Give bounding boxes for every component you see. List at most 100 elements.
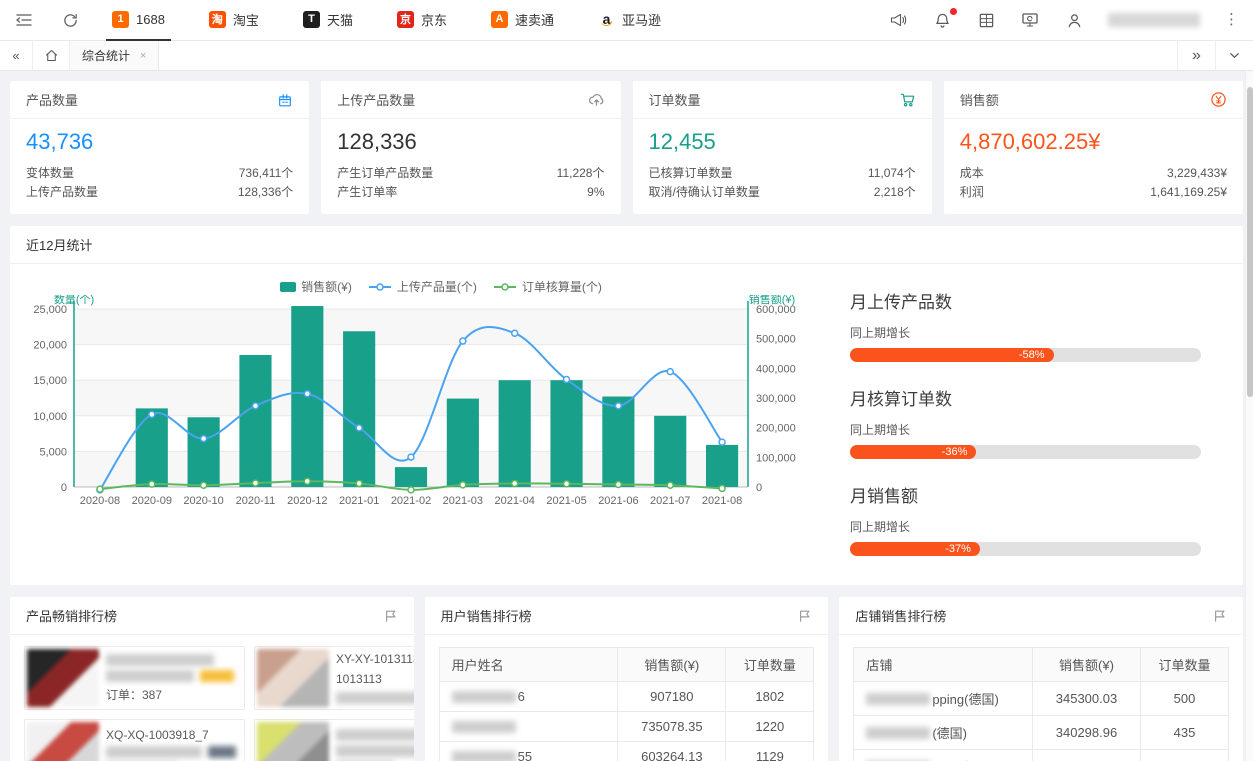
stat-card-orders: 订单数量 12,455 已核算订单数量11,074个 取消/待确认订单数量2,2… (633, 81, 932, 214)
orders-value: 500 (1140, 682, 1228, 716)
svg-text:2021-08: 2021-08 (702, 495, 742, 507)
product-info (336, 729, 414, 761)
product-line (106, 654, 236, 666)
announcement-icon[interactable] (888, 10, 908, 30)
user-sales-panel: 用户销售排行榜 用户姓名销售额(¥)订单数量69071801802735078.… (425, 597, 829, 761)
platform-tab-label: 京东 (421, 10, 447, 29)
svg-text:15,000: 15,000 (33, 375, 67, 387)
tab-close-icon[interactable]: × (140, 50, 146, 62)
product-image-redacted (27, 649, 99, 707)
redacted-name (452, 721, 516, 733)
redacted-name (452, 691, 516, 703)
redacted-text (106, 746, 202, 758)
home-tab[interactable] (32, 41, 70, 70)
apps-grid-icon[interactable] (976, 10, 996, 30)
name-visible-fragment: (德国) (932, 723, 967, 742)
legend-item[interactable]: 订单核算量(个) (493, 278, 602, 295)
card-value: 4,870,602.25¥ (960, 129, 1227, 155)
cart-icon (899, 91, 916, 108)
legend-item[interactable]: 上传产品量(个) (368, 278, 477, 295)
kv-value: 3,229,433¥ (1167, 164, 1227, 183)
product-card[interactable]: XQ-XQ-1003918_7 (24, 719, 245, 761)
table-row: 735078.351220 (439, 712, 814, 742)
product-line: XQ-XQ-1003918_7 (106, 728, 236, 742)
column-header: 店铺 (854, 648, 1033, 682)
tabs-scroll-right-button[interactable]: » (1177, 41, 1215, 70)
table-row: pping(德国)345300.03500 (854, 682, 1229, 716)
product-sku: XY-XY-1013113_1 (336, 652, 414, 666)
kv-value: 2,218个 (874, 183, 916, 202)
platform-tab-天猫[interactable]: T天猫 (297, 0, 359, 41)
platform-tab-淘宝[interactable]: 淘淘宝 (203, 0, 265, 41)
product-line (106, 746, 236, 758)
chart-canvas: 05,00010,00015,00020,00025,0000100,00020… (16, 295, 806, 521)
svg-text:2021-05: 2021-05 (546, 495, 586, 507)
svg-text:300,000: 300,000 (756, 393, 796, 405)
column-header: 用户姓名 (439, 648, 618, 682)
亚马逊-logo-icon: a (598, 11, 615, 28)
column-header: 订单数量 (1140, 648, 1228, 682)
name-cell: 55 (439, 742, 618, 761)
product-card[interactable]: XY-XY-1013113_110131132 (254, 646, 414, 710)
platform-tab-亚马逊[interactable]: a 亚马逊 (592, 0, 667, 41)
product-image-redacted (257, 649, 329, 707)
kv-label: 产生订单率 (337, 183, 397, 202)
kv-value: 736,411个 (239, 164, 294, 183)
card-value: 128,336 (337, 129, 604, 155)
svg-text:2020-10: 2020-10 (183, 495, 223, 507)
orders-value: 435 (1140, 716, 1228, 750)
card-title: 上传产品数量 (337, 90, 415, 109)
growth-title: 月上传产品数 (850, 288, 1201, 313)
redacted-text (106, 670, 194, 682)
panel-title: 用户销售排行榜 (441, 606, 532, 625)
username-redacted[interactable] (1108, 13, 1200, 27)
kv-value: 11,074个 (868, 164, 916, 183)
product-image-redacted (27, 722, 99, 761)
tab-comprehensive-statistics[interactable]: 综合统计 × (70, 41, 159, 70)
scrollbar-thumb[interactable] (1247, 87, 1253, 397)
product-card[interactable]: 订单：387 (24, 646, 245, 710)
table-row: WU(德国)209001.85266 (854, 750, 1229, 761)
platform-tab-label: 淘宝 (233, 10, 259, 29)
legend-line-marker (368, 282, 392, 292)
platform-tab-1688[interactable]: 11688 (106, 0, 171, 41)
redacted-badge (200, 670, 234, 682)
platform-tab-京东[interactable]: 京京东 (391, 0, 453, 41)
name-visible-fragment: WU(德国) (932, 757, 988, 761)
orders-value: 266 (1140, 750, 1228, 761)
platform-tab-速卖通[interactable]: A速卖通 (485, 0, 560, 41)
notification-bell-icon[interactable] (932, 10, 952, 30)
user-icon[interactable] (1064, 10, 1084, 30)
sales-value: 345300.03 (1032, 682, 1140, 716)
product-cards-grid: 订单：387XY-XY-1013113_110131132 XQ-XQ-10039… (10, 635, 414, 761)
svg-text:2020-08: 2020-08 (80, 495, 120, 507)
orders-value: 1220 (726, 712, 814, 742)
product-card[interactable] (254, 719, 414, 761)
kv-value: 9% (587, 183, 604, 202)
速卖通-logo-icon: A (491, 11, 508, 28)
tabs-dropdown-button[interactable] (1215, 41, 1253, 70)
legend-item[interactable]: 销售额(¥) (280, 278, 352, 295)
svg-text:2021-04: 2021-04 (495, 495, 535, 507)
panel-title: 产品畅销排行榜 (26, 606, 117, 625)
more-menu-icon[interactable]: ⋮ (1224, 15, 1239, 25)
svg-text:200,000: 200,000 (756, 423, 796, 435)
淘宝-logo-icon: 淘 (209, 11, 226, 28)
card-value: 12,455 (649, 129, 916, 155)
name-cell: WU(德国) (854, 750, 1033, 761)
platform-tab-label: 亚马逊 (622, 10, 661, 29)
tabs-scroll-left-button[interactable]: « (0, 41, 32, 70)
name-cell: 6 (439, 682, 618, 712)
svg-text:2021-06: 2021-06 (598, 495, 638, 507)
refresh-icon[interactable] (60, 10, 80, 30)
top-toolbar: 11688 淘淘宝 T天猫京京东 A速卖通 a 亚马逊 ⋮ (0, 0, 1253, 41)
redacted-name (452, 751, 516, 761)
table-row: 69071801802 (439, 682, 814, 712)
sidebar-collapse-icon[interactable] (14, 10, 34, 30)
growth-label: 同上期增长 (850, 421, 1201, 438)
chart-legend: 销售额(¥) 上传产品量(个) 订单核算量(个) (66, 278, 816, 295)
svg-text:2021-01: 2021-01 (339, 495, 379, 507)
shop-sales-panel: 店铺销售排行榜 店铺销售额(¥)订单数量pping(德国)345300.0350… (839, 597, 1243, 761)
svg-text:0: 0 (61, 482, 67, 494)
monitor-sync-icon[interactable] (1020, 10, 1040, 30)
